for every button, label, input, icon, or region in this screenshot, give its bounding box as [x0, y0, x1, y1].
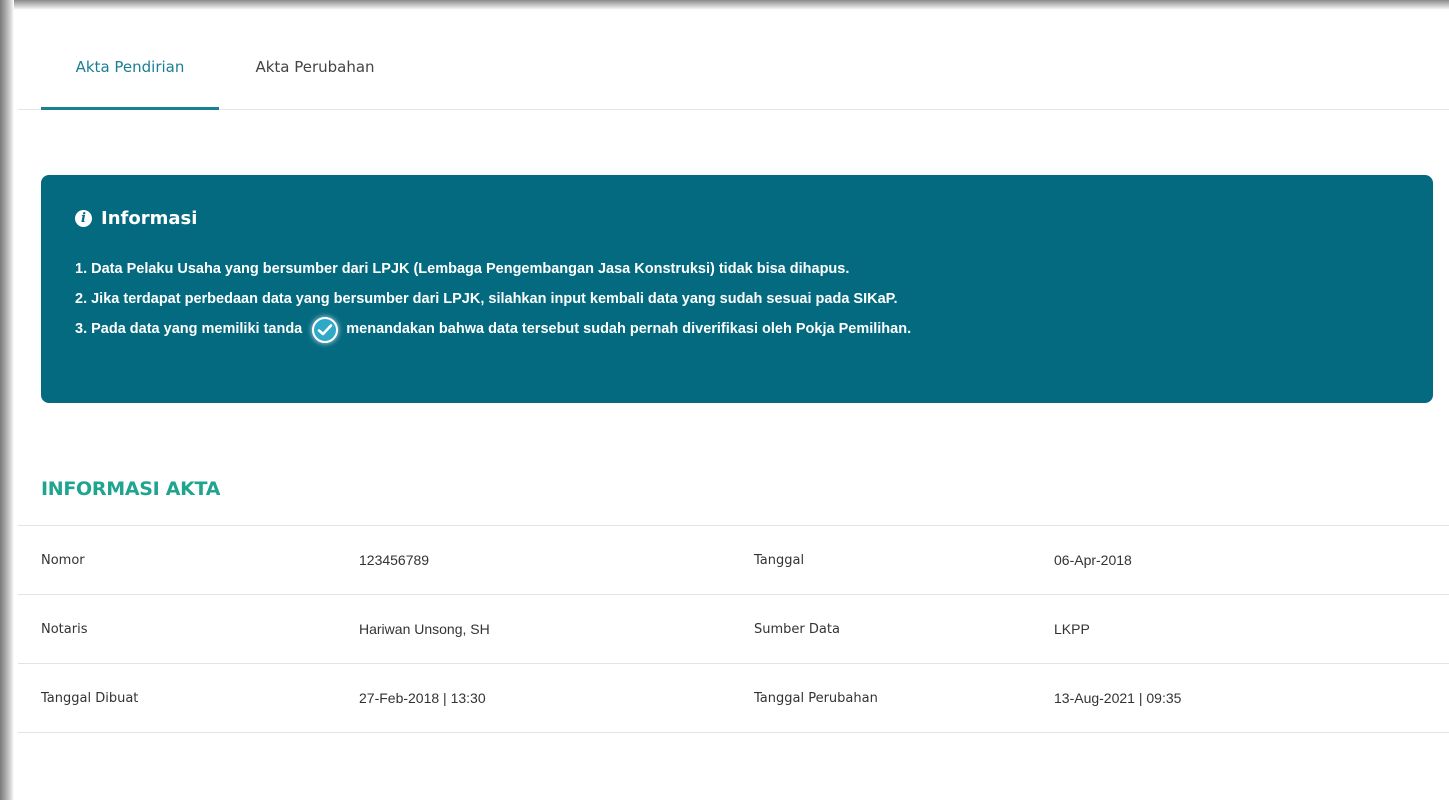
tab-akta-pendirian[interactable]: Akta Pendirian — [41, 12, 219, 110]
tab-bar: Akta Pendirian Akta Perubahan — [18, 12, 1449, 110]
field-value: Hariwan Unsong, SH — [359, 621, 490, 637]
info-item-2: 2. Jika terdapat perbedaan data yang ber… — [75, 291, 898, 307]
table-row: Tanggal Dibuat 27-Feb-2018 | 13:30 Tangg… — [18, 663, 1449, 733]
info-list: 1. Data Pelaku Usaha yang bersumber dari… — [75, 254, 911, 344]
info-item-3-suffix: menandakan bahwa data tersebut sudah per… — [346, 321, 912, 337]
info-header: i Informasi — [75, 206, 197, 230]
field-value: 27-Feb-2018 | 13:30 — [359, 690, 486, 706]
info-item-3-prefix: 3. Pada data yang memiliki tanda — [75, 321, 303, 337]
info-panel: i Informasi 1. Data Pelaku Usaha yang be… — [41, 175, 1433, 403]
field-label: Tanggal Dibuat — [41, 690, 139, 706]
field-value: 06-Apr-2018 — [1054, 552, 1132, 568]
info-item-3: 3. Pada data yang memiliki tanda menanda… — [75, 314, 911, 344]
section-title-informasi-akta: INFORMASI AKTA — [41, 478, 221, 500]
field-label: Notaris — [41, 621, 88, 637]
field-value: 13-Aug-2021 | 09:35 — [1054, 690, 1182, 706]
page-content: Akta Pendirian Akta Perubahan i Informas… — [18, 12, 1449, 800]
field-label: Nomor — [41, 552, 85, 568]
field-value: 123456789 — [359, 552, 430, 568]
verified-check-icon — [312, 317, 339, 343]
field-label: Tanggal — [754, 552, 805, 568]
window-frame-left — [0, 0, 14, 800]
field-label: Tanggal Perubahan — [754, 690, 878, 706]
table-row: Notaris Hariwan Unsong, SH Sumber Data L… — [18, 594, 1449, 664]
info-item-1: 1. Data Pelaku Usaha yang bersumber dari… — [75, 261, 850, 277]
field-value: LKPP — [1054, 621, 1090, 637]
info-circle-icon: i — [75, 209, 92, 227]
table-row: Nomor 123456789 Tanggal 06-Apr-2018 — [18, 525, 1449, 595]
info-title: Informasi — [101, 207, 198, 229]
akta-info-table: Nomor 123456789 Tanggal 06-Apr-2018 Nota… — [18, 525, 1449, 733]
window-frame-top — [0, 0, 1449, 10]
field-label: Sumber Data — [754, 621, 840, 637]
tab-akta-perubahan[interactable]: Akta Perubahan — [230, 12, 400, 108]
